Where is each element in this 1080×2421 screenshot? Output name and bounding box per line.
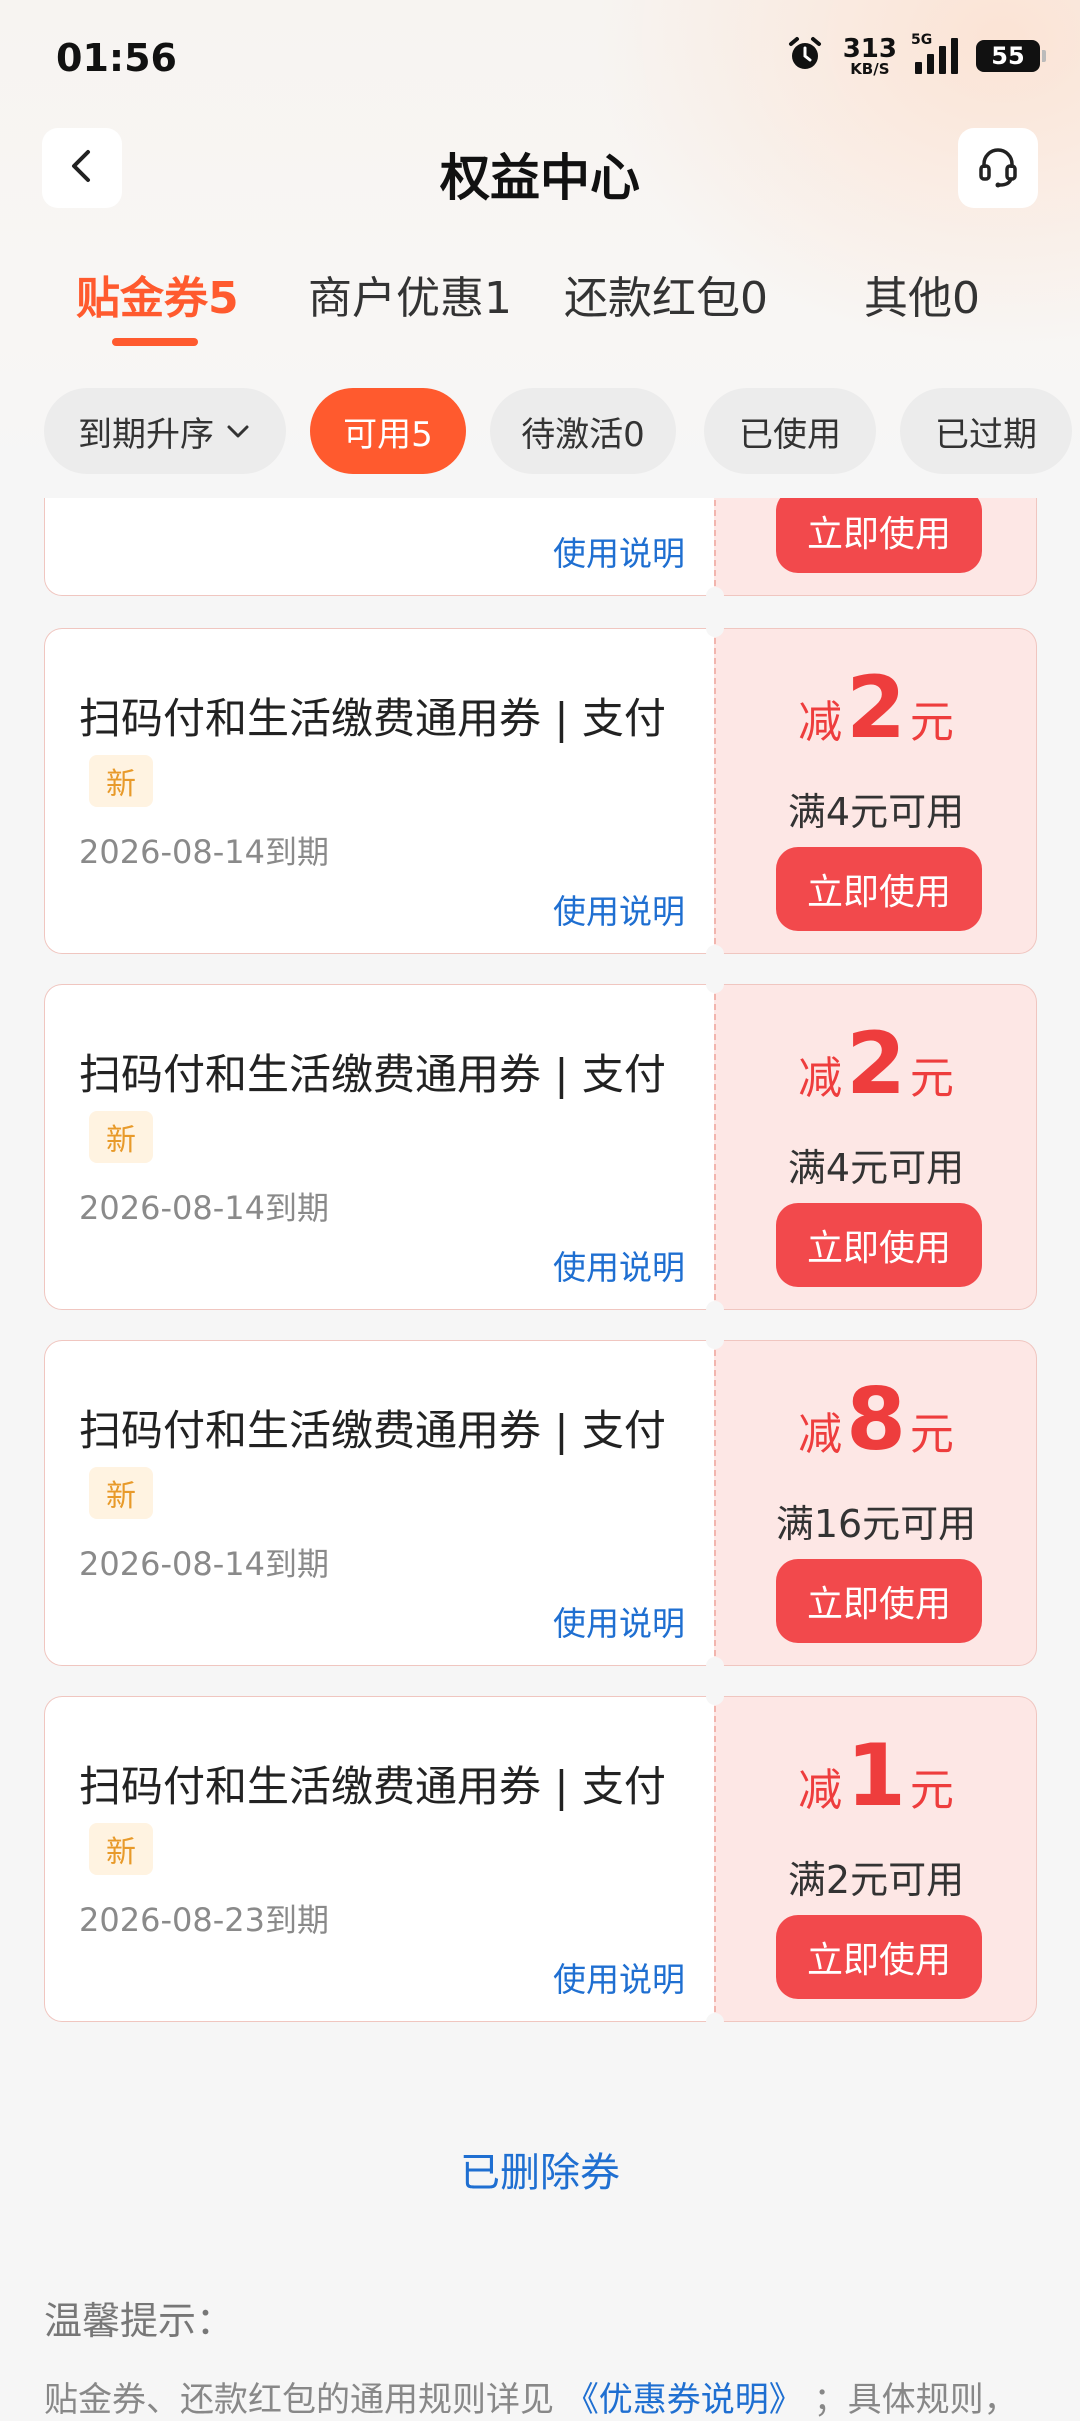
usage-rules-link[interactable]: 使用说明: [553, 1953, 685, 2001]
tab-repayment-red-packet[interactable]: 还款红包0: [564, 262, 768, 326]
usage-rules-link[interactable]: 使用说明: [553, 1241, 685, 1289]
page-title: 权益中心: [440, 149, 640, 207]
chip-expired[interactable]: 已过期: [900, 388, 1072, 474]
use-now-button[interactable]: 立即使用: [776, 1915, 982, 1999]
use-now-button[interactable]: 立即使用: [776, 498, 982, 573]
coupon-title: 扫码付和生活缴费通用券 | 支付: [79, 694, 666, 743]
page-header: 权益中心: [0, 128, 1080, 210]
coupon-card: 扫码付和生活缴费通用券 | 支付 新 2026-08-23到期 使用说明 减1元…: [44, 1695, 1037, 2023]
chip-pending-activation[interactable]: 待激活0: [490, 388, 676, 474]
headset-icon: [974, 142, 1022, 194]
tab-other[interactable]: 其他0: [864, 262, 980, 326]
coupon-amount: 减8元: [798, 1370, 954, 1470]
deleted-coupons-link[interactable]: 已删除券: [0, 2140, 1080, 2198]
tab-gold-coupon[interactable]: 贴金券5: [76, 262, 239, 326]
main-tabs: 贴金券5 商户优惠1 还款红包0 其他0: [0, 262, 1080, 352]
coupon-list: 使用说明 立即使用 扫码付和生活缴费通用券 | 支付 新 2026-08-14到…: [0, 498, 1080, 2048]
coupon-title: 扫码付和生活缴费通用券 | 支付: [79, 1762, 666, 1811]
use-now-button[interactable]: 立即使用: [776, 1203, 982, 1287]
tab-merchant-offers[interactable]: 商户优惠1: [308, 262, 512, 326]
new-badge: 新: [89, 1467, 153, 1519]
use-now-button[interactable]: 立即使用: [776, 847, 982, 931]
coupon-condition: 满4元可用: [787, 790, 965, 834]
chip-available[interactable]: 可用5: [310, 388, 466, 474]
coupon-condition: 满4元可用: [787, 1146, 965, 1190]
chevron-down-icon: [224, 417, 252, 445]
coupon-condition: 满2元可用: [787, 1858, 965, 1902]
coupon-condition: 满16元可用: [775, 1502, 977, 1546]
active-tab-indicator: [112, 338, 198, 346]
chip-used[interactable]: 已使用: [704, 388, 876, 474]
coupon-rules-link[interactable]: 《优惠券说明》: [565, 2380, 803, 2420]
status-time: 01:56: [56, 36, 177, 80]
usage-rules-link[interactable]: 使用说明: [553, 885, 685, 933]
coupon-amount: 减1元: [798, 1726, 954, 1826]
signal-icon: 5G: [911, 32, 958, 74]
coupon-card: 扫码付和生活缴费通用券 | 支付 新 2026-08-14到期 使用说明 减8元…: [44, 1339, 1037, 1667]
tips-title: 温馨提示：: [44, 2299, 235, 2343]
tips-body: 贴金券、还款红包的通用规则详见 《优惠券说明》 ；具体规则，: [44, 2380, 1018, 2420]
use-now-button[interactable]: 立即使用: [776, 1559, 982, 1643]
coupon-card: 使用说明 立即使用: [44, 498, 1037, 597]
new-badge: 新: [89, 1823, 153, 1875]
new-badge: 新: [89, 1111, 153, 1163]
customer-service-button[interactable]: [958, 128, 1038, 208]
coupon-card: 扫码付和生活缴费通用券 | 支付 新 2026-08-14到期 使用说明 减2元…: [44, 983, 1037, 1311]
network-speed: 313 KB/S: [842, 33, 897, 78]
filter-chips: 到期升序 可用5 待激活0 已使用 已过期: [0, 388, 1080, 478]
usage-rules-link[interactable]: 使用说明: [553, 1597, 685, 1645]
coupon-title: 扫码付和生活缴费通用券 | 支付: [79, 1050, 666, 1099]
coupon-amount: 减2元: [798, 1014, 954, 1114]
battery-icon: 55: [976, 40, 1046, 72]
status-icons: 313 KB/S 5G 55: [785, 32, 1046, 78]
new-badge: 新: [89, 755, 153, 807]
coupon-expiry: 2026-08-14到期: [79, 1545, 329, 1583]
coupon-title: 扫码付和生活缴费通用券 | 支付: [79, 1406, 666, 1455]
alarm-icon: [785, 34, 825, 78]
usage-rules-link[interactable]: 使用说明: [553, 527, 685, 575]
coupon-expiry: 2026-08-14到期: [79, 833, 329, 871]
coupon-card: 扫码付和生活缴费通用券 | 支付 新 2026-08-14到期 使用说明 减2元…: [44, 627, 1037, 955]
coupon-expiry: 2026-08-23到期: [79, 1901, 329, 1939]
coupon-amount: 减2元: [798, 658, 954, 758]
sort-dropdown[interactable]: 到期升序: [44, 388, 286, 474]
status-bar: 01:56 313 KB/S 5G 55: [0, 0, 1080, 120]
coupon-expiry: 2026-08-14到期: [79, 1189, 329, 1227]
